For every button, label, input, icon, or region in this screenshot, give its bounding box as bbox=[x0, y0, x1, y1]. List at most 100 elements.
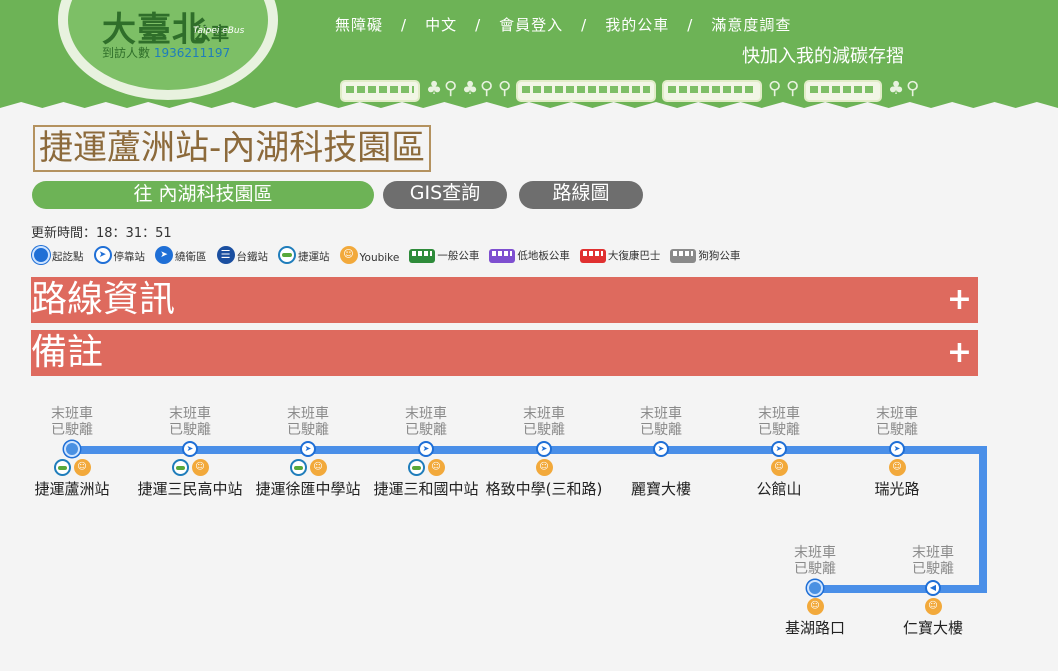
visit-counter: 到訪人數 1936211197 bbox=[102, 46, 231, 60]
notes-section[interactable]: 備註 + bbox=[31, 330, 978, 376]
bus-illustration bbox=[340, 80, 420, 102]
stop-transfer-icons: ☺ bbox=[130, 459, 250, 476]
stop-icon: ➤ bbox=[93, 246, 112, 264]
legend-start: 起訖點 bbox=[32, 246, 84, 264]
bus-stop-icon: ⚲ bbox=[786, 78, 800, 99]
bicycle-icon: ⚲ bbox=[444, 78, 458, 99]
legend-general-bus: 一般公車 bbox=[409, 248, 479, 263]
bus-illustration bbox=[662, 80, 762, 102]
youbike-icon: ☺ bbox=[427, 459, 445, 476]
stop-icon: ➤ bbox=[889, 441, 905, 457]
nav-survey[interactable]: 滿意度調查 bbox=[711, 14, 791, 35]
rehab-bus-icon bbox=[579, 248, 606, 263]
youbike-icon: ☺ bbox=[535, 459, 553, 476]
pedestrian-icon: ⚲ bbox=[480, 78, 494, 99]
stop-name[interactable]: 捷運蘆洲站 bbox=[12, 481, 132, 498]
stop-name[interactable]: 捷運三民高中站 bbox=[130, 481, 250, 498]
site-header: 大臺北 公車 Taipei eBus 到訪人數 1936211197 無障礙 /… bbox=[0, 0, 1058, 108]
stop-icon: ➤ bbox=[771, 441, 787, 457]
bus-stop[interactable]: 末班車 已駛離 ➤ ☺ 公館山 bbox=[719, 406, 839, 498]
tree-icon: ♣ bbox=[888, 78, 905, 99]
mrt-icon bbox=[53, 459, 71, 476]
stop-name[interactable]: 格致中學(三和路) bbox=[484, 481, 604, 498]
route-info-section[interactable]: 路線資訊 + bbox=[31, 277, 978, 323]
mrt-icon bbox=[278, 246, 296, 264]
bus-stop[interactable]: 末班車 已駛離 ➤ ☺ 捷運徐匯中學站 bbox=[248, 406, 368, 498]
stop-transfer-icons: ☺ bbox=[12, 459, 132, 476]
bicycle-icon: ⚲ bbox=[906, 78, 920, 99]
mrt-icon bbox=[407, 459, 425, 476]
legend-youbike: ☺ Youbike bbox=[339, 246, 399, 264]
nav-accessibility[interactable]: 無障礙 bbox=[335, 14, 383, 35]
nav-member-login[interactable]: 會員登入 bbox=[499, 14, 563, 35]
stop-status: 末班車 bbox=[794, 545, 836, 561]
bus-illustration bbox=[804, 80, 882, 102]
bus-stop[interactable]: 末班車 已駛離 ➤ 麗寶大樓 bbox=[601, 406, 721, 498]
bus-stop[interactable]: 末班車 已駛離 ☺ 捷運蘆洲站 bbox=[12, 406, 132, 498]
stop-status: 末班車 bbox=[523, 406, 565, 422]
stop-name[interactable]: 捷運徐匯中學站 bbox=[248, 481, 368, 498]
youbike-icon: ☺ bbox=[339, 246, 358, 264]
stop-name[interactable]: 仁寶大樓 bbox=[873, 620, 993, 637]
carbon-slogan-link[interactable]: 快加入我的減碳存摺 bbox=[742, 42, 904, 68]
bus-stop[interactable]: 末班車 已駛離 ➤ ☺ 瑞光路 bbox=[837, 406, 957, 498]
stop-icon: ➤ bbox=[653, 441, 669, 457]
route-title: 捷運蘆洲站-內湖科技園區 bbox=[33, 125, 432, 172]
stop-status: 末班車 bbox=[405, 406, 447, 422]
tab-route-map[interactable]: 路線圖 bbox=[519, 181, 643, 209]
stop-status: 末班車 bbox=[169, 406, 211, 422]
stop-transfer-icons: ☺ bbox=[248, 459, 368, 476]
tab-gis-search[interactable]: GIS查詢 bbox=[383, 181, 507, 209]
ring-icon: ➤ bbox=[155, 246, 173, 264]
legend-rail: ☰ 台鐵站 bbox=[216, 246, 268, 264]
youbike-icon: ☺ bbox=[888, 459, 906, 476]
tab-direction[interactable]: 往 內湖科技園區 bbox=[32, 181, 374, 209]
youbike-icon: ☺ bbox=[806, 598, 824, 615]
stop-name[interactable]: 公館山 bbox=[719, 481, 839, 498]
stop-icon: ➤ bbox=[182, 441, 198, 457]
bus-stop[interactable]: 末班車 已駛離 ◀ ☺ 仁寶大樓 bbox=[873, 545, 993, 637]
expand-icon[interactable]: + bbox=[947, 283, 972, 317]
bus-stop[interactable]: 末班車 已駛離 ➤ ☺ 捷運三民高中站 bbox=[130, 406, 250, 498]
bus-stop[interactable]: 末班車 已駛離 ➤ ☺ 捷運三和國中站 bbox=[366, 406, 486, 498]
stop-status: 已駛離 bbox=[912, 561, 954, 577]
legend: 起訖點 ➤ 停靠站 ➤ 繞衛區 ☰ 台鐵站 捷運站 ☺ Youbike 一般公車 低地板… bbox=[32, 246, 750, 264]
stop-transfer-icons: ☺ bbox=[755, 598, 875, 615]
stop-transfer-icons: ☺ bbox=[719, 459, 839, 476]
bicycle-icon: ⚲ bbox=[498, 78, 512, 99]
tree-icon: ♣ bbox=[426, 78, 443, 99]
header-decoration: ♣ ⚲ ♣ ⚲ ⚲ ⚲ ⚲ ♣ ⚲ bbox=[340, 72, 1040, 102]
stop-status: 已駛離 bbox=[51, 422, 93, 438]
stop-status: 已駛離 bbox=[758, 422, 800, 438]
stop-status: 末班車 bbox=[912, 545, 954, 561]
mrt-icon bbox=[171, 459, 189, 476]
bus-stop[interactable]: 末班車 已駛離 ➤ ☺ 格致中學(三和路) bbox=[484, 406, 604, 498]
youbike-icon: ☺ bbox=[924, 598, 942, 615]
expand-icon[interactable]: + bbox=[947, 336, 972, 370]
stop-status: 末班車 bbox=[640, 406, 682, 422]
stop-transfer-icons: ☺ bbox=[873, 598, 993, 615]
stop-status: 已駛離 bbox=[794, 561, 836, 577]
legend-stop: ➤ 停靠站 bbox=[93, 246, 145, 264]
legend-mrt: 捷運站 bbox=[278, 246, 330, 264]
stop-name[interactable]: 麗寶大樓 bbox=[601, 481, 721, 498]
stop-name[interactable]: 瑞光路 bbox=[837, 481, 957, 498]
dog-bus-icon bbox=[670, 248, 697, 263]
stop-name[interactable]: 基湖路口 bbox=[755, 620, 875, 637]
stop-name[interactable]: 捷運三和國中站 bbox=[366, 481, 486, 498]
stop-transfer-icons: ☺ bbox=[366, 459, 486, 476]
nav-language[interactable]: 中文 bbox=[425, 14, 457, 35]
site-logo[interactable]: 大臺北 公車 Taipei eBus 到訪人數 1936211197 bbox=[30, 0, 290, 108]
bus-stop[interactable]: 末班車 已駛離 ☺ 基湖路口 bbox=[755, 545, 875, 637]
legend-rehab-bus: 大復康巴士 bbox=[579, 248, 660, 263]
tree-icon: ♣ bbox=[462, 78, 479, 99]
general-bus-icon bbox=[409, 248, 436, 263]
start-point-icon bbox=[807, 580, 823, 596]
stop-icon: ➤ bbox=[418, 441, 434, 457]
nav-my-bus[interactable]: 我的公車 bbox=[605, 14, 669, 35]
stop-transfer-icons: ☺ bbox=[837, 459, 957, 476]
stop-status: 末班車 bbox=[287, 406, 329, 422]
stop-icon: ➤ bbox=[536, 441, 552, 457]
legend-dog-bus: 狗狗公車 bbox=[670, 248, 740, 263]
stop-icon: ➤ bbox=[300, 441, 316, 457]
